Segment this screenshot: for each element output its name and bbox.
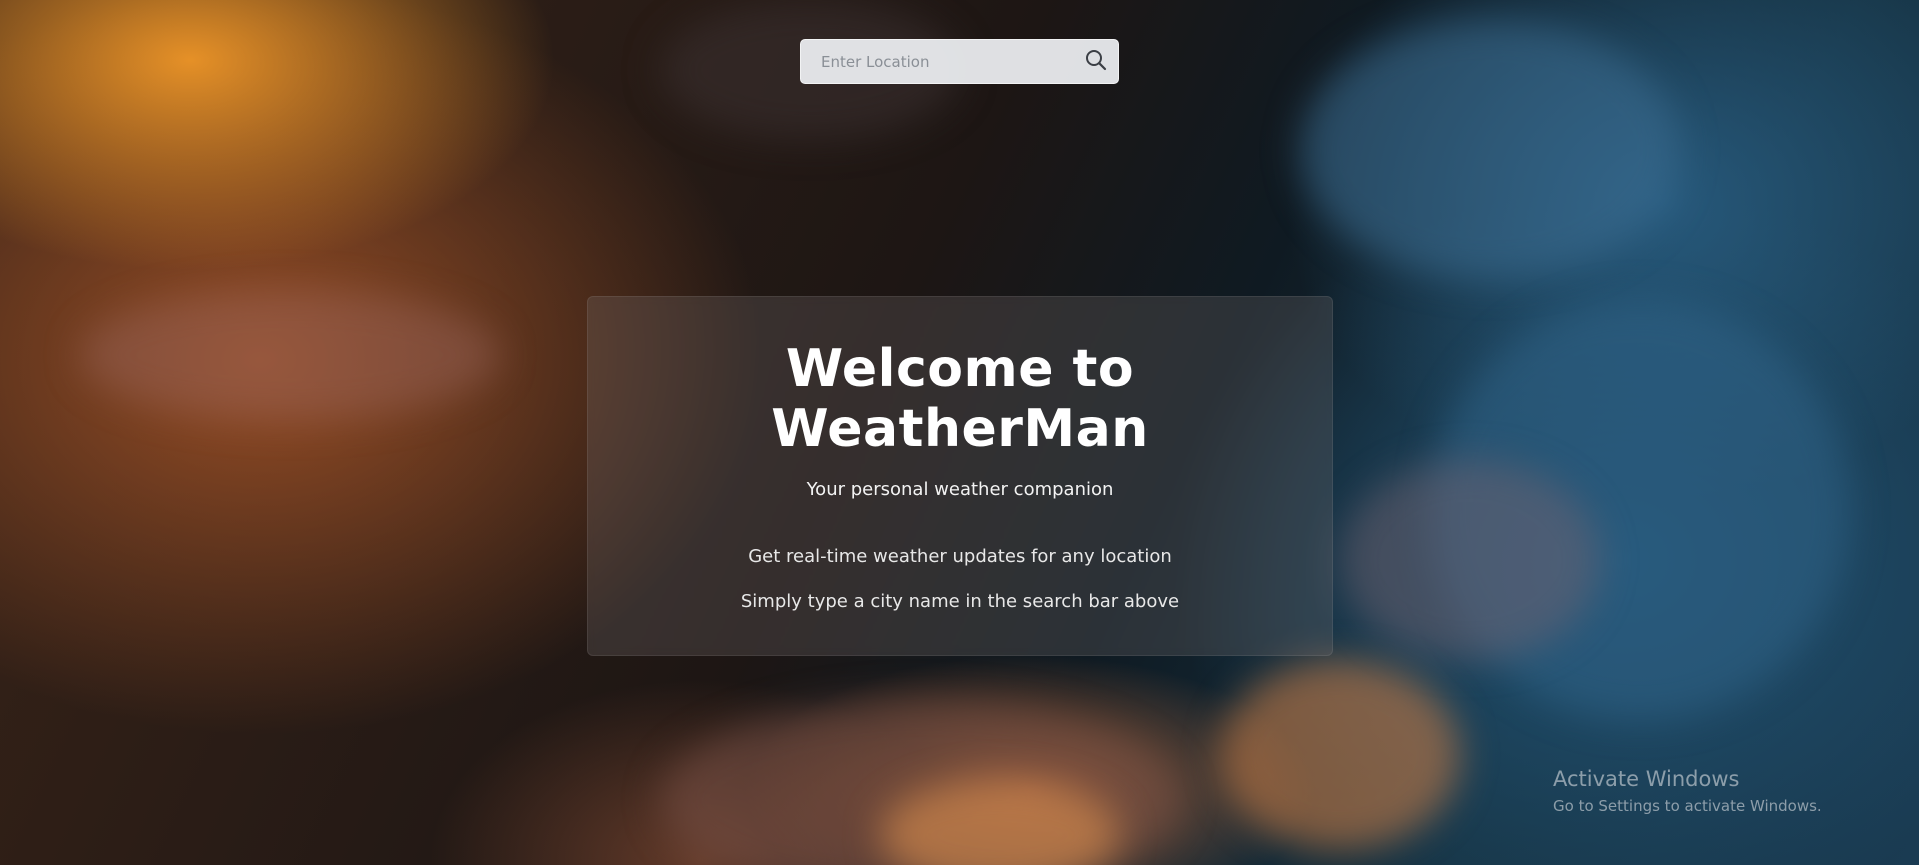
- cloud-shape: [1300, 20, 1680, 280]
- cloud-shape: [1220, 660, 1460, 850]
- watermark-title: Activate Windows: [1553, 767, 1740, 791]
- location-search-input[interactable]: [801, 40, 1074, 83]
- welcome-description-2: Simply type a city name in the search ba…: [740, 591, 1180, 612]
- activation-watermark: Activate Windows Go to Settings to activ…: [1553, 765, 1822, 817]
- cloud-shape: [80, 290, 500, 420]
- welcome-subtitle: Your personal weather companion: [806, 479, 1114, 500]
- background-sky: Welcome to WeatherMan Your personal weat…: [0, 0, 1919, 865]
- welcome-title: Welcome to WeatherMan: [588, 339, 1332, 459]
- welcome-card: Welcome to WeatherMan Your personal weat…: [587, 296, 1333, 656]
- welcome-title-line1: Welcome to: [785, 339, 1135, 399]
- welcome-description-1: Get real-time weather updates for any lo…: [748, 546, 1172, 567]
- watermark-subtitle: Go to Settings to activate Windows.: [1553, 797, 1822, 815]
- search-button[interactable]: [1074, 40, 1118, 83]
- search-icon: [1084, 48, 1108, 76]
- welcome-title-line2: WeatherMan: [771, 399, 1149, 459]
- location-search-bar: [800, 39, 1119, 84]
- cloud-shape: [1340, 460, 1600, 660]
